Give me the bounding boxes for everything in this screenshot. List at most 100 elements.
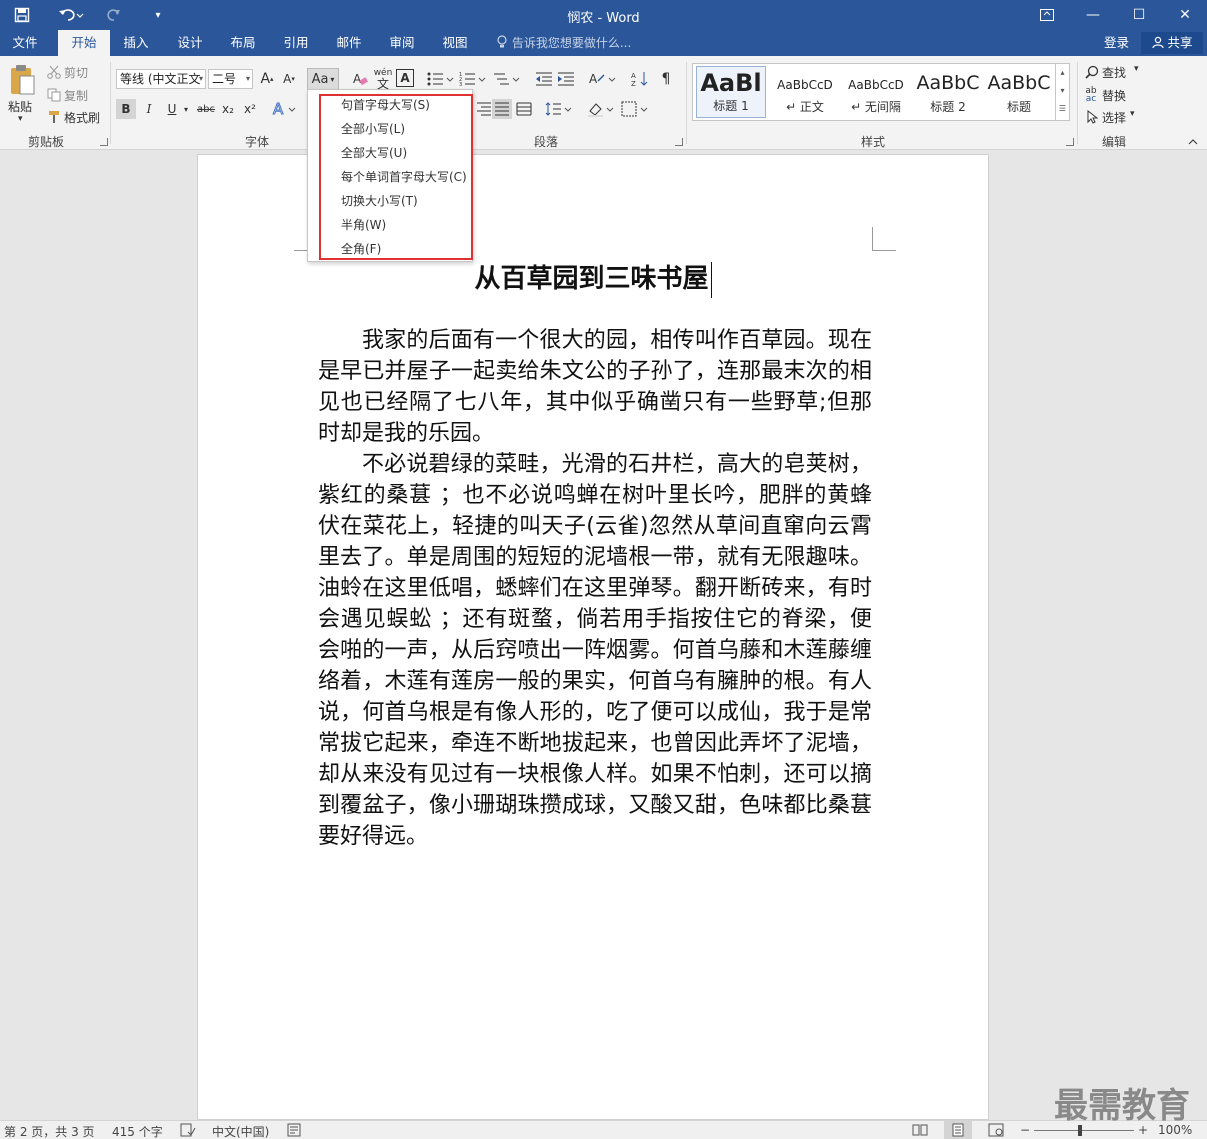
multilevel-list-icon[interactable] <box>492 69 522 89</box>
gallery-scroll[interactable]: ▴ ▾ ☰ <box>1055 64 1069 120</box>
increase-indent-icon[interactable] <box>556 69 576 89</box>
document-body[interactable]: 我家的后面有一个很大的园，相传叫作百草园。现在是早已并屋子一起卖给朱文公的子孙了… <box>318 325 872 852</box>
clear-formatting-icon[interactable]: A <box>350 69 370 89</box>
style-title[interactable]: AaBbC 标题 <box>984 66 1054 118</box>
page-count[interactable]: 第 2 页，共 3 页 <box>4 1123 95 1139</box>
styles-launcher-icon[interactable] <box>1066 138 1074 146</box>
paragraph-launcher-icon[interactable] <box>675 138 683 146</box>
change-case-button[interactable]: Aa ▾ <box>307 68 339 90</box>
text-effects-icon[interactable]: A <box>270 99 298 119</box>
clipboard-launcher-icon[interactable] <box>100 138 108 146</box>
underline-button[interactable]: U <box>162 99 182 119</box>
styles-gallery[interactable]: AaBl 标题 1 AaBbCcD ↵ 正文 AaBbCcD ↵ 无间隔 AaB… <box>692 63 1070 121</box>
align-right-icon[interactable] <box>474 99 494 119</box>
menu-item-half-width[interactable]: 半角(W) <box>341 214 386 236</box>
change-case-glyph: Aa <box>311 71 329 87</box>
menu-item-toggle-case[interactable]: 切换大小写(T) <box>341 190 418 212</box>
language-indicator[interactable]: 中文(中国) <box>212 1123 269 1139</box>
tab-mailings[interactable]: 邮件 <box>325 30 373 56</box>
word-count[interactable]: 415 个字 <box>112 1123 163 1139</box>
zoom-out-button[interactable]: − <box>1020 1123 1030 1137</box>
tab-references[interactable]: 引用 <box>272 30 320 56</box>
menu-item-sentence-case[interactable]: 句首字母大写(S) <box>341 94 430 116</box>
find-icon[interactable] <box>1084 64 1100 80</box>
bullets-icon[interactable] <box>426 69 456 89</box>
subscript-button[interactable]: x₂ <box>218 99 238 119</box>
proofing-icon[interactable] <box>180 1123 196 1139</box>
superscript-button[interactable]: x² <box>240 99 260 119</box>
copy-button[interactable]: 复制 <box>64 87 88 104</box>
minimize-button[interactable]: — <box>1070 0 1116 30</box>
zoom-slider[interactable] <box>1034 1130 1134 1131</box>
underline-arrow-icon[interactable]: ▾ <box>180 99 192 119</box>
watermark-text: 最需教育 <box>1054 1086 1190 1126</box>
select-button[interactable]: 选择 <box>1102 109 1126 126</box>
phonetic-guide-button[interactable]: wén 文 <box>372 68 394 90</box>
paste-button[interactable]: 粘贴 <box>8 98 32 115</box>
read-mode-icon[interactable] <box>912 1123 928 1139</box>
cut-icon[interactable] <box>46 64 62 80</box>
paste-arrow-icon[interactable]: ▾ <box>18 114 23 124</box>
style-heading-2[interactable]: AaBbC 标题 2 <box>913 66 983 118</box>
decrease-indent-icon[interactable] <box>534 69 554 89</box>
select-icon[interactable] <box>1084 109 1100 125</box>
tab-design[interactable]: 设计 <box>166 30 214 56</box>
distributed-icon[interactable] <box>514 99 534 119</box>
tab-review[interactable]: 审阅 <box>378 30 426 56</box>
bold-button[interactable]: B <box>116 99 136 119</box>
menu-item-full-width[interactable]: 全角(F) <box>341 238 381 260</box>
menu-item-capitalize-each-word[interactable]: 每个单词首字母大写(C) <box>341 166 467 188</box>
find-arrow-icon[interactable]: ▾ <box>1134 64 1139 74</box>
font-size-combo[interactable]: 二号 ▾ <box>208 69 253 89</box>
font-name-combo[interactable]: 等线 (中文正文 ▾ <box>116 69 206 89</box>
close-button[interactable]: ✕ <box>1162 0 1207 30</box>
login-link[interactable]: 登录 <box>1104 30 1129 56</box>
style-normal[interactable]: AaBbCcD ↵ 正文 <box>770 66 840 118</box>
style-heading-1[interactable]: AaBl 标题 1 <box>696 66 766 118</box>
style-name: 标题 <box>1006 100 1031 114</box>
web-layout-icon[interactable] <box>988 1123 1004 1139</box>
chinese-layout-icon[interactable]: A <box>588 69 618 89</box>
tab-home[interactable]: 开始 <box>58 30 110 56</box>
gallery-more-icon[interactable]: ☰ <box>1056 100 1069 118</box>
strikethrough-button[interactable]: abc <box>194 99 218 119</box>
macro-icon[interactable] <box>287 1123 301 1139</box>
chevron-down-icon[interactable]: ▾ <box>1056 82 1069 100</box>
format-painter-icon[interactable] <box>46 109 62 125</box>
document-page[interactable]: 从百草园到三味书屋 我家的后面有一个很大的园，相传叫作百草园。现在是早已并屋子一… <box>197 154 989 1120</box>
italic-button[interactable]: I <box>139 99 159 119</box>
copy-icon[interactable] <box>46 87 62 103</box>
format-painter-button[interactable]: 格式刷 <box>64 109 100 126</box>
sort-icon[interactable]: AZ <box>630 69 650 89</box>
justify-icon[interactable] <box>492 99 512 119</box>
borders-icon[interactable] <box>620 99 650 119</box>
tab-insert[interactable]: 插入 <box>112 30 160 56</box>
maximize-button[interactable]: ☐ <box>1116 0 1162 30</box>
character-border-button[interactable]: A <box>396 69 414 87</box>
print-layout-icon[interactable] <box>944 1121 972 1139</box>
ribbon-display-options-icon[interactable] <box>1024 0 1070 30</box>
show-marks-icon[interactable]: ¶ <box>656 69 676 89</box>
replace-button[interactable]: 替换 <box>1102 87 1126 104</box>
find-button[interactable]: 查找 <box>1102 64 1126 81</box>
numbering-icon[interactable]: 123 <box>458 69 488 89</box>
shrink-font-button[interactable]: A ▾ <box>280 69 298 89</box>
tab-view[interactable]: 视图 <box>431 30 479 56</box>
paste-icon[interactable] <box>6 62 38 98</box>
style-no-spacing[interactable]: AaBbCcD ↵ 无间隔 <box>841 66 911 118</box>
share-button[interactable]: 共享 <box>1141 32 1203 54</box>
replace-icon[interactable]: ab ac <box>1082 86 1100 104</box>
tab-file[interactable]: 文件 <box>0 30 50 56</box>
grow-font-button[interactable]: A ▴ <box>258 69 276 89</box>
line-spacing-icon[interactable] <box>544 99 574 119</box>
shading-icon[interactable] <box>586 99 616 119</box>
cut-button[interactable]: 剪切 <box>64 64 88 81</box>
tab-layout[interactable]: 布局 <box>219 30 267 56</box>
select-arrow-icon[interactable]: ▾ <box>1130 109 1135 119</box>
document-heading[interactable]: 从百草园到三味书屋 <box>198 258 988 298</box>
chevron-up-icon[interactable]: ▴ <box>1056 64 1069 82</box>
tell-me-box[interactable]: 告诉我您想要做什么... <box>496 30 631 56</box>
menu-item-uppercase[interactable]: 全部大写(U) <box>341 142 407 164</box>
collapse-ribbon-icon[interactable] <box>1186 136 1200 148</box>
menu-item-lowercase[interactable]: 全部小写(L) <box>341 118 405 140</box>
